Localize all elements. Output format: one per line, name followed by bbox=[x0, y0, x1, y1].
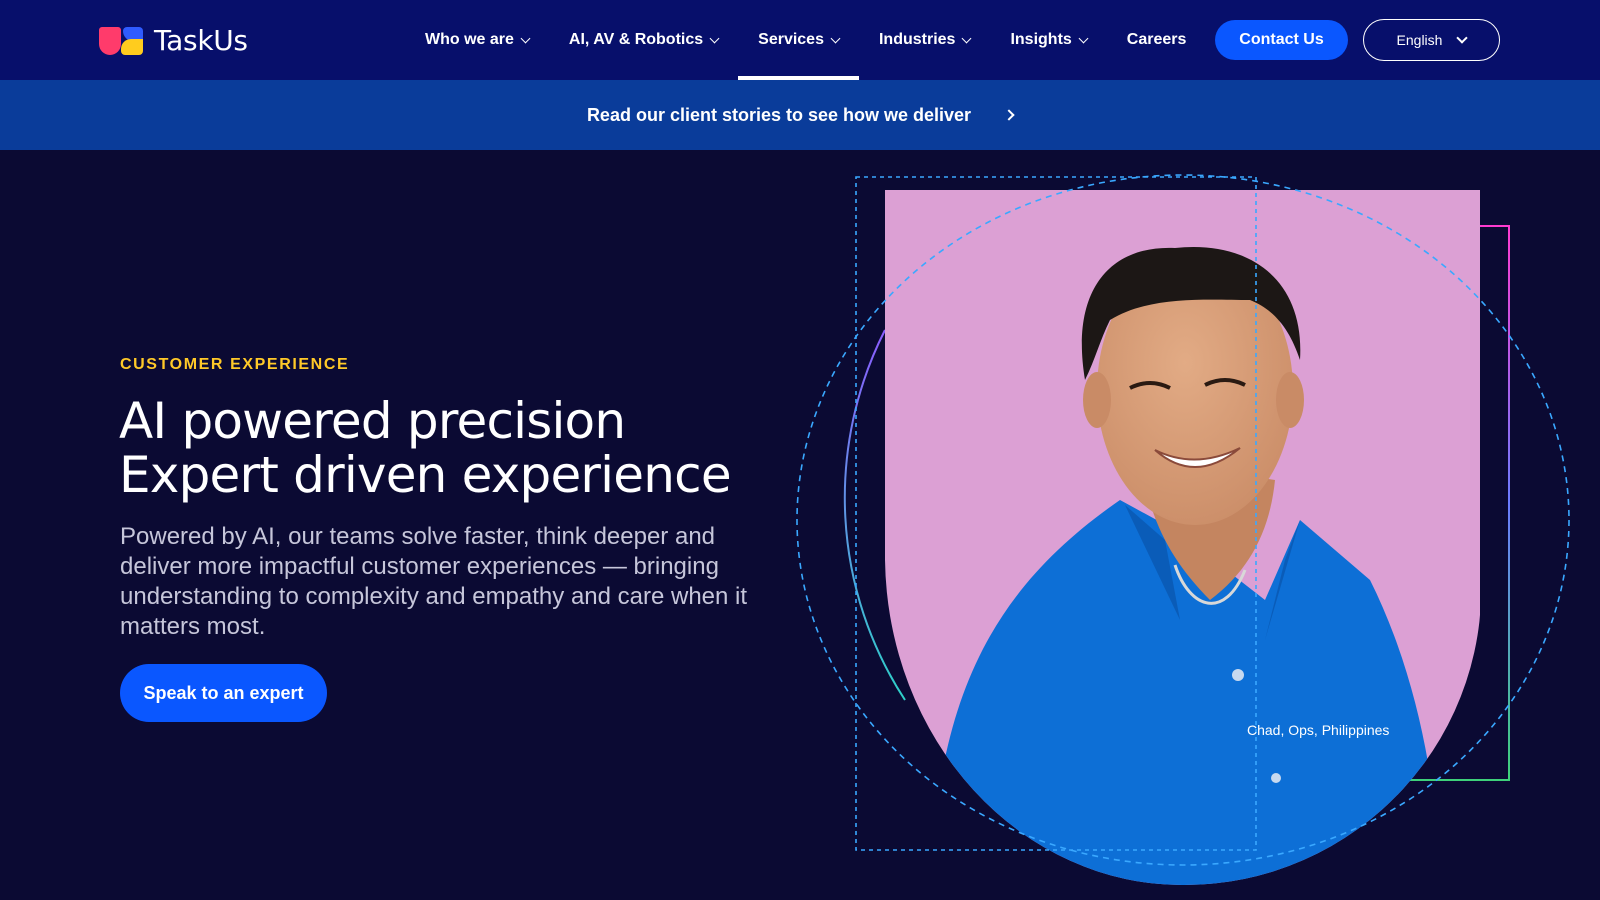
decorative-frame bbox=[1400, 225, 1510, 781]
nav-item-label: AI, AV & Robotics bbox=[568, 31, 704, 48]
nav-item-label: Services bbox=[758, 31, 824, 48]
headline-line-2: Expert driven experience bbox=[119, 446, 732, 504]
decorative-dashed-circle bbox=[796, 174, 1570, 866]
taskus-logo[interactable]: TaskUs bbox=[99, 22, 248, 58]
chevron-down-icon bbox=[520, 33, 531, 43]
nav-item-who-we-are[interactable]: Who we are bbox=[405, 0, 549, 80]
person-photo bbox=[885, 190, 1480, 886]
main-menu: Who we are AI, AV & Robotics Services In… bbox=[405, 0, 1206, 80]
speak-to-expert-button[interactable]: Speak to an expert bbox=[120, 664, 327, 722]
nav-item-label: Who we are bbox=[425, 31, 514, 48]
nav-item-services[interactable]: Services bbox=[738, 0, 859, 80]
language-value: English bbox=[1396, 32, 1443, 48]
chevron-right-icon bbox=[1003, 109, 1015, 121]
contact-us-button[interactable]: Contact Us bbox=[1215, 20, 1348, 60]
chevron-down-icon bbox=[1078, 33, 1089, 43]
chevron-down-icon bbox=[1456, 31, 1469, 44]
nav-item-label: Industries bbox=[878, 31, 956, 48]
banner-link-text[interactable]: Read our client stories to see how we de… bbox=[587, 105, 971, 126]
client-stories-banner[interactable]: Read our client stories to see how we de… bbox=[0, 80, 1600, 150]
hero-subtext: Powered by AI, our teams solve faster, t… bbox=[120, 523, 748, 640]
nav-item-label: Insights bbox=[1010, 31, 1072, 48]
language-select[interactable]: English bbox=[1363, 19, 1500, 61]
chevron-down-icon bbox=[962, 33, 972, 43]
chevron-down-icon bbox=[830, 33, 841, 43]
chevron-down-icon bbox=[709, 33, 720, 43]
photo-caption: Chad, Ops, Philippines bbox=[1247, 722, 1390, 738]
logo-wordmark: TaskUs bbox=[154, 23, 248, 57]
nav-item-ai-av-robotics[interactable]: AI, AV & Robotics bbox=[549, 0, 738, 80]
decorative-arc bbox=[843, 329, 906, 701]
decorative-dashed-frame bbox=[855, 176, 1257, 851]
nav-item-careers[interactable]: Careers bbox=[1107, 0, 1207, 80]
headline-line-1: AI powered precision bbox=[119, 392, 626, 450]
nav-item-industries[interactable]: Industries bbox=[859, 0, 990, 80]
nav-item-insights[interactable]: Insights bbox=[990, 0, 1106, 80]
top-nav: TaskUs Who we are AI, AV & Robotics Serv… bbox=[0, 0, 1600, 80]
hero-eyebrow: CUSTOMER EXPERIENCE bbox=[120, 356, 350, 373]
nav-item-label: Careers bbox=[1126, 31, 1187, 48]
taskus-logo-mark bbox=[99, 24, 145, 56]
hero-headline: AI powered precision Expert driven exper… bbox=[119, 392, 732, 504]
